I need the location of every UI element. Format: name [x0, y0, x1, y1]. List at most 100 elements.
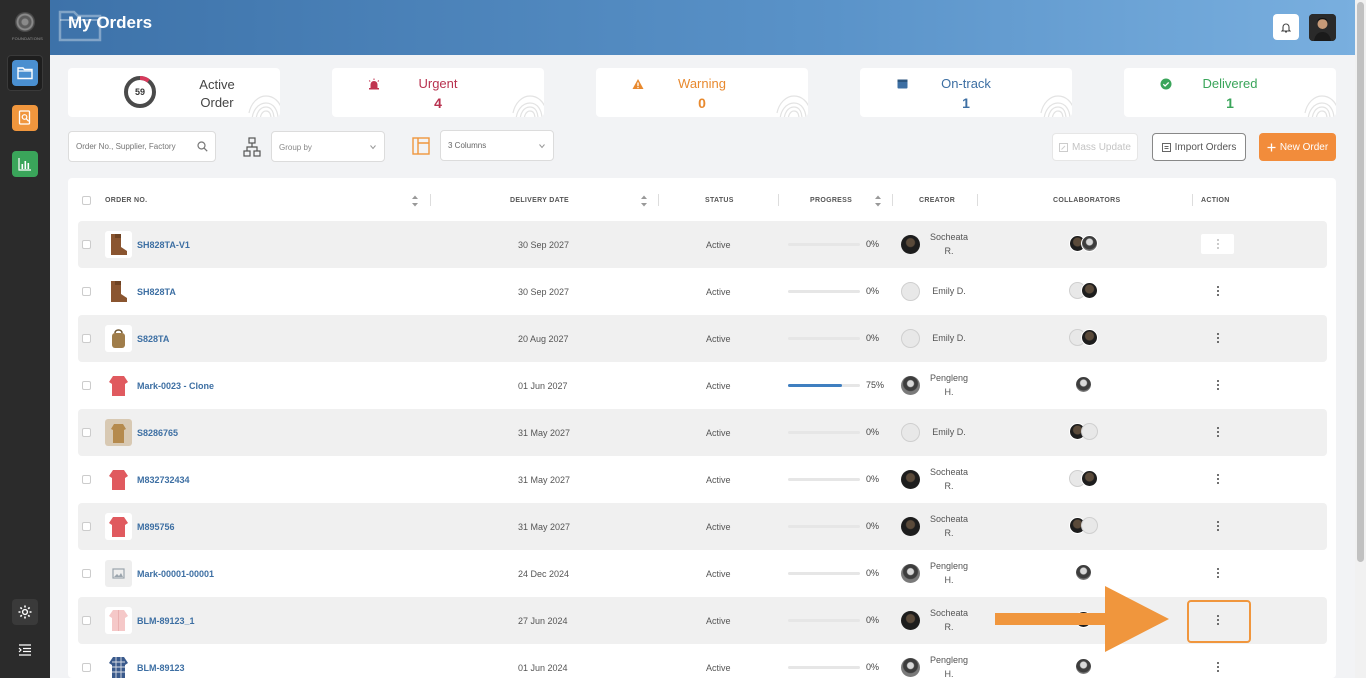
- row-action-menu[interactable]: [1201, 422, 1234, 442]
- notifications-button[interactable]: [1273, 14, 1299, 40]
- creator-avatar: [901, 470, 920, 489]
- row-checkbox[interactable]: [82, 663, 91, 672]
- search-field[interactable]: [68, 131, 216, 162]
- creator-name: Socheata R.: [929, 232, 969, 256]
- header-progress[interactable]: PROGRESS: [810, 197, 852, 204]
- row-action-menu[interactable]: [1201, 328, 1234, 348]
- search-icon[interactable]: [197, 141, 208, 152]
- order-number-link[interactable]: BLM-89123: [137, 663, 185, 673]
- more-vertical-icon: [1216, 521, 1219, 531]
- columns-value: 3 Columns: [448, 141, 487, 150]
- header-order-no[interactable]: ORDER NO.: [105, 197, 147, 204]
- table-row[interactable]: SH828TA-V1 30 Sep 2027 Active 0% Socheat…: [78, 221, 1327, 268]
- new-order-button[interactable]: New Order: [1259, 133, 1336, 161]
- sort-icon[interactable]: [640, 194, 648, 208]
- collapse-menu-button[interactable]: [12, 637, 38, 663]
- order-number-link[interactable]: BLM-89123_1: [137, 616, 195, 626]
- progress-bar: [788, 572, 860, 575]
- table-row[interactable]: S828TA 20 Aug 2027 Active 0% Emily D.: [78, 315, 1327, 362]
- product-thumbnail: [105, 231, 132, 258]
- order-number-link[interactable]: M895756: [137, 522, 175, 532]
- plus-icon: [1267, 143, 1276, 151]
- sort-icon[interactable]: [411, 194, 419, 208]
- row-checkbox[interactable]: [82, 616, 91, 625]
- product-thumbnail: [105, 513, 132, 540]
- row-checkbox[interactable]: [82, 334, 91, 343]
- creator-name: Socheata R.: [929, 608, 969, 632]
- pointer-arrow-annotation: [995, 586, 1169, 652]
- import-orders-label: Import Orders: [1174, 141, 1237, 153]
- row-checkbox[interactable]: [82, 569, 91, 578]
- column-divider: [977, 194, 978, 206]
- table-row[interactable]: Mark-0023 - Clone 01 Jun 2027 Active 75%…: [78, 362, 1327, 409]
- order-number-link[interactable]: M832732434: [137, 475, 190, 485]
- product-thumbnail: [105, 325, 132, 352]
- header-creator[interactable]: CREATOR: [919, 197, 955, 204]
- delivered-card[interactable]: Delivered 1: [1124, 68, 1336, 117]
- sidebar-item-analytics[interactable]: [12, 151, 38, 177]
- urgent-card[interactable]: Urgent 4: [332, 68, 544, 117]
- image-placeholder-icon: [112, 568, 125, 579]
- settings-button[interactable]: [12, 599, 38, 625]
- progress-percent: 0%: [866, 662, 880, 672]
- row-checkbox[interactable]: [82, 287, 91, 296]
- header-delivery-date[interactable]: DELIVERY DATE: [510, 197, 569, 204]
- collaborator-avatar: [1081, 423, 1098, 440]
- column-divider: [658, 194, 659, 206]
- creator-name: Socheata R.: [929, 514, 969, 538]
- group-by-select[interactable]: Group by: [271, 131, 385, 162]
- creator-name: Emily D.: [932, 286, 966, 296]
- table-row[interactable]: M832732434 31 May 2027 Active 0% Socheat…: [78, 456, 1327, 503]
- row-action-menu[interactable]: [1201, 563, 1234, 583]
- order-number-link[interactable]: Mark-0023 - Clone: [137, 381, 214, 391]
- sidebar-item-orders[interactable]: [12, 60, 38, 86]
- sort-icon[interactable]: [874, 194, 882, 208]
- columns-select[interactable]: 3 Columns: [440, 130, 554, 161]
- row-action-menu[interactable]: [1201, 657, 1234, 677]
- warning-card[interactable]: Warning 0: [596, 68, 808, 117]
- creator-name: Socheata R.: [929, 467, 969, 491]
- mass-update-button[interactable]: Mass Update: [1052, 133, 1138, 161]
- order-number-link[interactable]: SH828TA: [137, 287, 176, 297]
- chevron-down-icon: [539, 144, 545, 149]
- order-number-link[interactable]: S828TA: [137, 334, 169, 344]
- header-action: ACTION: [1201, 197, 1230, 204]
- select-all-checkbox[interactable]: [82, 196, 91, 205]
- top-header: My Orders: [50, 0, 1355, 55]
- sidebar-item-reports[interactable]: [12, 105, 38, 131]
- app-logo[interactable]: FOUNDATIONS: [12, 12, 43, 42]
- table-row[interactable]: SH828TA 30 Sep 2027 Active 0% Emily D.: [78, 268, 1327, 315]
- ontrack-label: On-track: [941, 76, 991, 91]
- row-checkbox[interactable]: [82, 428, 91, 437]
- header-status[interactable]: STATUS: [705, 197, 734, 204]
- product-thumbnail: [105, 560, 132, 587]
- status-text: Active: [706, 569, 731, 579]
- scrollbar-thumb[interactable]: [1357, 2, 1364, 562]
- bar-chart-icon: [18, 158, 31, 171]
- row-action-menu[interactable]: [1201, 516, 1234, 536]
- row-checkbox[interactable]: [82, 240, 91, 249]
- row-checkbox[interactable]: [82, 522, 91, 531]
- row-checkbox[interactable]: [82, 381, 91, 390]
- row-action-menu[interactable]: [1201, 375, 1234, 395]
- row-action-menu[interactable]: [1201, 469, 1234, 489]
- creator-avatar: [901, 376, 920, 395]
- order-number-link[interactable]: Mark-00001-00001: [137, 569, 214, 579]
- table-row[interactable]: M895756 31 May 2027 Active 0% Socheata R.: [78, 503, 1327, 550]
- row-checkbox[interactable]: [82, 475, 91, 484]
- user-avatar[interactable]: [1309, 14, 1336, 41]
- order-number-link[interactable]: S8286765: [137, 428, 178, 438]
- search-input[interactable]: [69, 132, 189, 161]
- row-action-menu[interactable]: [1201, 281, 1234, 301]
- row-action-menu[interactable]: [1201, 234, 1234, 254]
- table-row[interactable]: S8286765 31 May 2027 Active 0% Emily D.: [78, 409, 1327, 456]
- active-orders-card[interactable]: 59 Active Order: [68, 68, 280, 117]
- fingerprint-watermark-icon: [248, 95, 280, 117]
- page-scrollbar[interactable]: [1355, 0, 1366, 678]
- ontrack-card[interactable]: On-track 1: [860, 68, 1072, 117]
- creator-name: Pengleng H.: [929, 373, 969, 397]
- import-orders-button[interactable]: Import Orders: [1152, 133, 1246, 161]
- creator-avatar: [901, 658, 920, 677]
- header-collaborators[interactable]: COLLABORATORS: [1053, 197, 1120, 204]
- order-number-link[interactable]: SH828TA-V1: [137, 240, 190, 250]
